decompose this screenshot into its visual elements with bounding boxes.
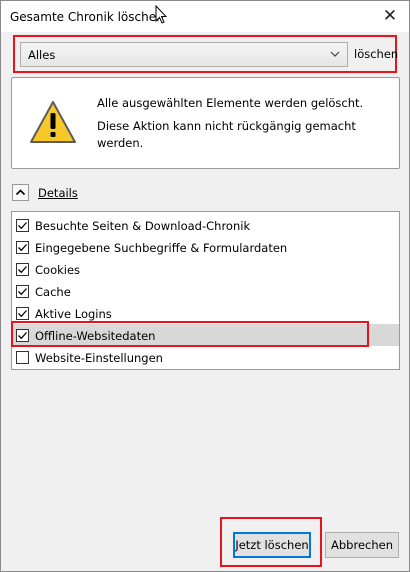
highlight-offline-data (11, 321, 369, 347)
details-label-text: Details (38, 186, 78, 200)
list-item-label: Website-Einstellungen (35, 351, 163, 365)
warning-text-line2: Diese Aktion kann nicht rückgängig gemac… (97, 119, 356, 150)
timerange-select[interactable]: Alles (20, 42, 348, 67)
list-item-site-settings[interactable]: Website-Einstellungen (12, 346, 399, 368)
close-icon[interactable]: ✕ (381, 7, 399, 25)
list-item-label: Aktive Logins (35, 307, 112, 321)
checkmark-icon (18, 310, 27, 318)
warning-box: Alle ausgewählten Elemente werden gelösc… (11, 77, 400, 169)
checkbox-form-search-history[interactable] (16, 241, 29, 254)
details-label[interactable]: Details (38, 186, 78, 200)
checkbox-site-settings[interactable] (16, 351, 29, 364)
chevron-down-icon (329, 46, 341, 65)
list-item-cache[interactable]: Cache (12, 280, 399, 302)
window-title: Gesamte Chronik löschen (10, 10, 164, 24)
clear-history-dialog: Gesamte Chronik löschen ✕ Alles löschen … (0, 0, 410, 572)
clear-now-button[interactable]: Jetzt löschen (233, 532, 311, 558)
list-item-label: Cookies (35, 263, 81, 277)
checkbox-browsing-history[interactable] (16, 219, 29, 232)
list-item-label: Cache (35, 285, 71, 299)
checkmark-icon (18, 266, 27, 274)
checkmark-icon (18, 222, 27, 230)
details-toggle-button[interactable] (12, 184, 29, 201)
chevron-up-icon (15, 189, 26, 196)
list-item-label: Besuchte Seiten & Download-Chronik (35, 219, 251, 233)
title-bar: Gesamte Chronik löschen ✕ (1, 1, 409, 32)
list-item-cookies[interactable]: Cookies (12, 258, 399, 280)
mouse-cursor-icon (155, 4, 168, 27)
cancel-button[interactable]: Abbrechen (325, 532, 399, 558)
timerange-suffix-label: löschen (354, 47, 399, 61)
list-item-label: Eingegebene Suchbegriffe & Formulardaten (35, 241, 288, 255)
list-item-form-search-history[interactable]: Eingegebene Suchbegriffe & Formulardaten (12, 236, 399, 258)
checkbox-cache[interactable] (16, 285, 29, 298)
checkmark-icon (18, 288, 27, 296)
checkbox-cookies[interactable] (16, 263, 29, 276)
warning-triangle-icon (29, 100, 77, 147)
timerange-selected-value: Alles (28, 48, 56, 62)
warning-text-line1: Alle ausgewählten Elemente werden gelösc… (97, 96, 364, 110)
list-item-browsing-history[interactable]: Besuchte Seiten & Download-Chronik (12, 214, 399, 236)
checkmark-icon (18, 244, 27, 252)
checkbox-active-logins[interactable] (16, 307, 29, 320)
